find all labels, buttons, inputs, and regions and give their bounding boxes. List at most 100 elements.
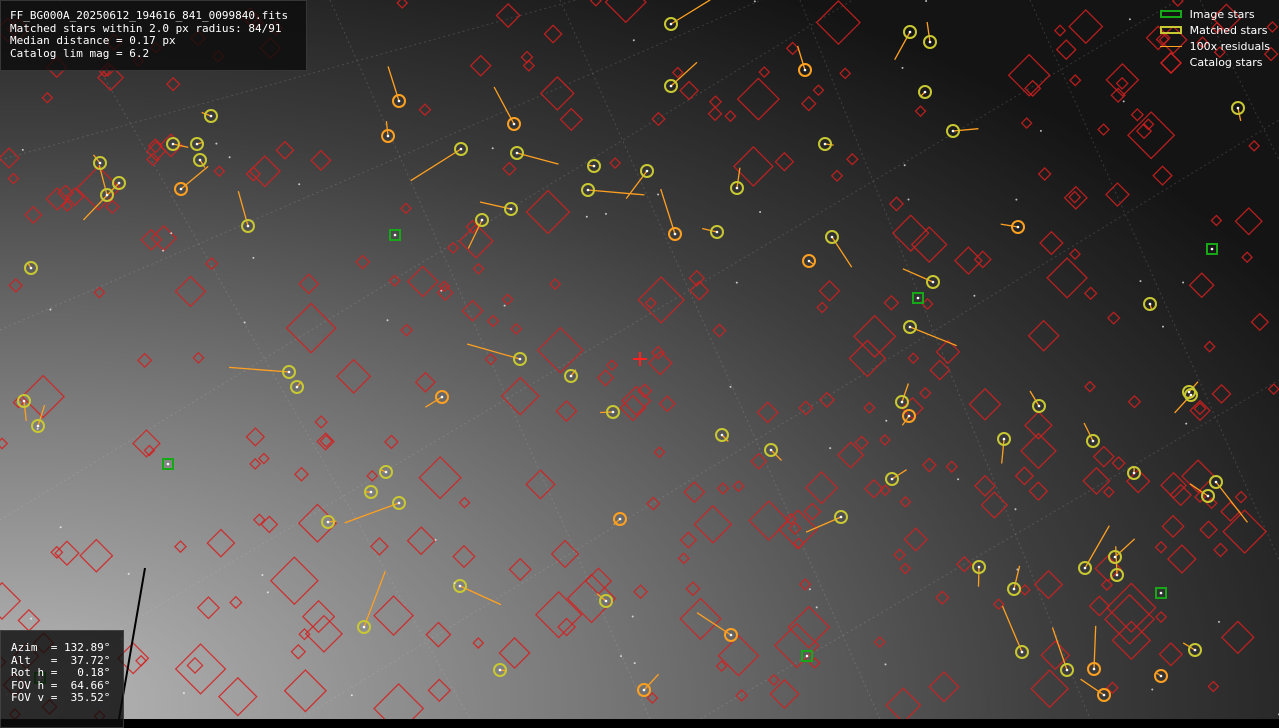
faint-star — [440, 290, 442, 292]
legend-catalog-stars: Catalog stars — [1158, 54, 1270, 70]
star-point — [1160, 592, 1163, 595]
star-point — [840, 516, 843, 519]
star-point — [398, 502, 401, 505]
star-point — [716, 231, 719, 234]
star-point — [398, 100, 401, 103]
star-point — [646, 170, 649, 173]
star-point — [612, 411, 615, 414]
star-point — [1207, 495, 1210, 498]
star-point — [1211, 248, 1214, 251]
star-point — [909, 326, 912, 329]
star-point — [909, 31, 912, 34]
star-point — [917, 297, 920, 300]
star-point — [387, 135, 390, 138]
star-point — [296, 386, 299, 389]
faint-star — [632, 616, 634, 618]
star-point — [831, 236, 834, 239]
azimuth-value: Azim = 132.89° — [11, 642, 123, 655]
faint-star — [1185, 423, 1187, 425]
star-point — [210, 115, 213, 118]
faint-star — [885, 663, 887, 665]
star-point — [118, 182, 121, 185]
faint-star — [492, 147, 494, 149]
star-point — [460, 148, 463, 151]
star-point — [570, 375, 573, 378]
faint-star — [162, 250, 164, 252]
star-point — [932, 281, 935, 284]
star-point — [1149, 303, 1152, 306]
faint-star — [1140, 280, 1142, 282]
legend-image-stars: Image stars — [1158, 6, 1270, 22]
star-point — [516, 152, 519, 155]
faint-star — [620, 655, 622, 657]
star-point — [730, 634, 733, 637]
star-point — [481, 219, 484, 222]
star-point — [1038, 405, 1041, 408]
faint-star — [657, 194, 659, 196]
star-point — [808, 260, 811, 263]
legend-matched-stars: Matched stars — [1158, 22, 1270, 38]
faint-star — [1015, 508, 1017, 510]
star-point — [385, 471, 388, 474]
fits-filename: FF_BG000A_20250612_194616_841_0099840.fi… — [10, 10, 306, 23]
star-point — [1021, 651, 1024, 654]
legend: Image stars Matched stars 100x residuals… — [1158, 6, 1270, 70]
star-point — [1114, 556, 1117, 559]
star-point — [736, 187, 739, 190]
faint-star — [902, 67, 904, 69]
star-point — [804, 69, 807, 72]
faint-star — [957, 478, 959, 480]
star-point — [196, 143, 199, 146]
star-point — [1066, 669, 1069, 672]
star-point — [99, 162, 102, 165]
catalog-diamond-icon — [1160, 58, 1182, 66]
faint-star — [809, 588, 811, 590]
star-point — [363, 626, 366, 629]
fov-v-value: FOV v = 35.52° — [11, 692, 123, 705]
star-point — [1215, 481, 1218, 484]
faint-star — [633, 39, 635, 41]
faint-star — [170, 232, 172, 234]
faint-star — [759, 211, 761, 213]
faint-star — [1015, 199, 1017, 201]
star-point — [643, 689, 646, 692]
faint-star — [925, 0, 927, 2]
faint-star — [908, 199, 910, 201]
star-point — [519, 358, 522, 361]
fit-info-panel: FF_BG000A_20250612_194616_841_0099840.fi… — [0, 0, 307, 71]
faint-star — [730, 386, 732, 388]
faint-star — [829, 447, 831, 449]
star-point — [1194, 649, 1197, 652]
star-point — [908, 415, 911, 418]
star-point — [441, 396, 444, 399]
star-point — [180, 188, 183, 191]
star-point — [167, 463, 170, 466]
faint-star — [22, 149, 24, 151]
faint-star — [267, 591, 269, 593]
star-point — [929, 41, 932, 44]
faint-star — [261, 574, 263, 576]
star-point — [499, 669, 502, 672]
faint-star — [504, 305, 506, 307]
faint-star — [30, 618, 32, 620]
star-point — [978, 566, 981, 569]
faint-star — [183, 692, 185, 694]
star-field[interactable] — [0, 0, 1279, 719]
star-point — [901, 401, 904, 404]
star-point — [37, 425, 40, 428]
faint-star — [387, 319, 389, 321]
faint-star — [1016, 569, 1018, 571]
star-point — [605, 600, 608, 603]
faint-star — [634, 662, 636, 664]
star-point — [824, 143, 827, 146]
catalog-limit: Catalog lim mag = 6.2 — [10, 48, 306, 61]
faint-star — [435, 539, 437, 541]
star-point — [952, 130, 955, 133]
green-square-icon — [1160, 10, 1182, 18]
star-point — [806, 655, 809, 658]
faint-star — [973, 295, 975, 297]
star-point — [510, 208, 513, 211]
star-point — [1188, 391, 1191, 394]
faint-star — [252, 257, 254, 259]
faint-star — [1040, 130, 1042, 132]
